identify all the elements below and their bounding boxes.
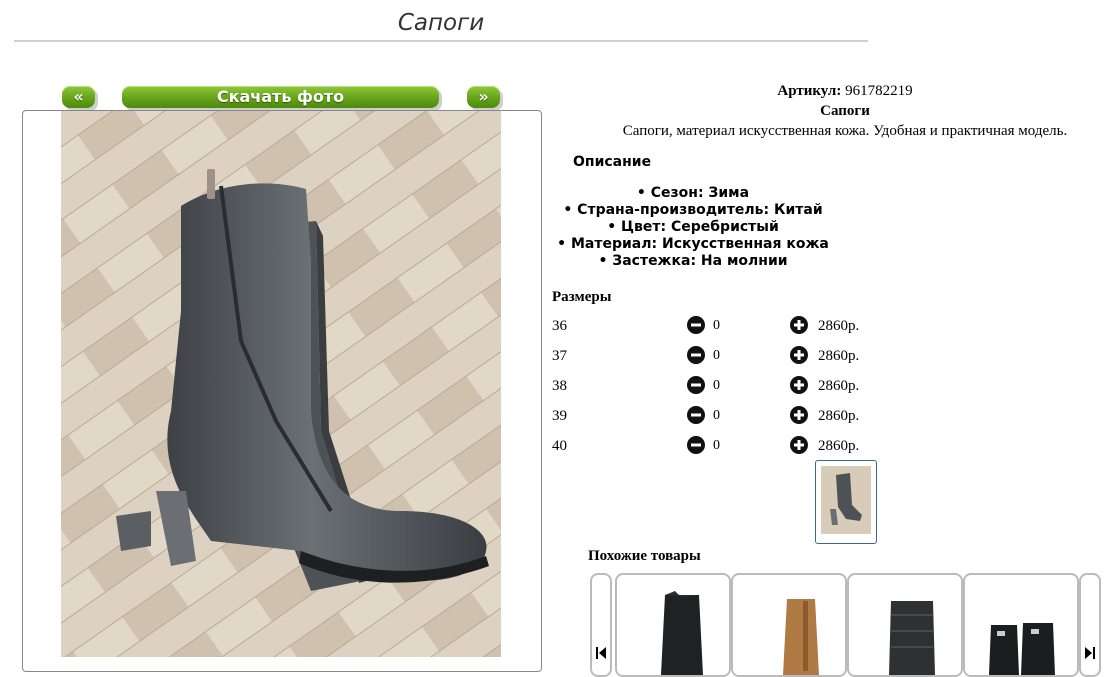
property-item: • Страна-производитель: Китай — [563, 202, 823, 218]
plus-circle-icon[interactable] — [790, 376, 808, 394]
prev-photo-button[interactable]: « — [62, 86, 95, 108]
minus-circle-icon[interactable] — [687, 406, 705, 424]
quantity-value: 0 — [713, 348, 720, 363]
similar-product-card[interactable] — [847, 573, 963, 677]
next-photo-button[interactable]: » — [467, 86, 500, 108]
description-heading: Описание — [573, 154, 652, 170]
size-value: 40 — [552, 438, 567, 454]
carousel-prev-button[interactable] — [590, 573, 612, 677]
property-item: • Сезон: Зима — [636, 185, 750, 201]
sizes-heading: Размеры — [552, 289, 612, 305]
article-value: 961782219 — [845, 83, 913, 99]
minus-circle-icon[interactable] — [687, 346, 705, 364]
price-value: 2860р. — [818, 408, 860, 424]
size-value: 36 — [552, 318, 567, 334]
quantity-value: 0 — [713, 378, 720, 393]
minus-circle-icon[interactable] — [687, 316, 705, 334]
product-short-description: Сапоги, материал искусственная кожа. Удо… — [622, 123, 1068, 139]
photo-thumbnail[interactable] — [815, 460, 877, 544]
similar-product-card[interactable] — [615, 573, 731, 677]
minus-circle-icon[interactable] — [687, 376, 705, 394]
quantity-value: 0 — [713, 318, 720, 333]
size-row: 36 0 2860р. — [552, 315, 882, 337]
product-name: Сапоги — [820, 103, 870, 119]
quantity-value: 0 — [713, 408, 720, 423]
skip-forward-icon — [1085, 647, 1095, 659]
size-value: 39 — [552, 408, 567, 424]
property-item: • Материал: Искусственная кожа — [557, 236, 829, 252]
property-item: • Застежка: На молнии — [598, 253, 788, 269]
size-row: 40 0 2860р. — [552, 435, 882, 457]
article-label: Артикул: — [777, 83, 842, 99]
property-item: • Цвет: Серебристый — [607, 219, 779, 235]
size-row: 37 0 2860р. — [552, 345, 882, 367]
price-value: 2860р. — [818, 318, 860, 334]
similar-products-heading: Похожие товары — [588, 548, 701, 564]
plus-circle-icon[interactable] — [790, 346, 808, 364]
title-divider — [14, 40, 868, 42]
price-value: 2860р. — [818, 378, 860, 394]
similar-product-card[interactable] — [731, 573, 847, 677]
plus-circle-icon[interactable] — [790, 436, 808, 454]
skip-back-icon — [596, 647, 606, 659]
price-value: 2860р. — [818, 438, 860, 454]
price-value: 2860р. — [818, 348, 860, 364]
minus-circle-icon[interactable] — [687, 436, 705, 454]
size-row: 39 0 2860р. — [552, 405, 882, 427]
size-value: 37 — [552, 348, 567, 364]
carousel-next-button[interactable] — [1079, 573, 1101, 677]
properties-list: • Сезон: Зима • Страна-производитель: Ки… — [552, 185, 834, 270]
page-title: Сапоги — [397, 10, 485, 36]
quantity-value: 0 — [713, 438, 720, 453]
size-value: 38 — [552, 378, 567, 394]
plus-circle-icon[interactable] — [790, 316, 808, 334]
product-photo[interactable] — [61, 111, 501, 657]
size-row: 38 0 2860р. — [552, 375, 882, 397]
similar-product-card[interactable] — [963, 573, 1079, 677]
plus-circle-icon[interactable] — [790, 406, 808, 424]
article-line: Артикул: 961782219 — [680, 83, 1010, 100]
download-photo-button[interactable]: Скачать фото — [122, 86, 439, 108]
